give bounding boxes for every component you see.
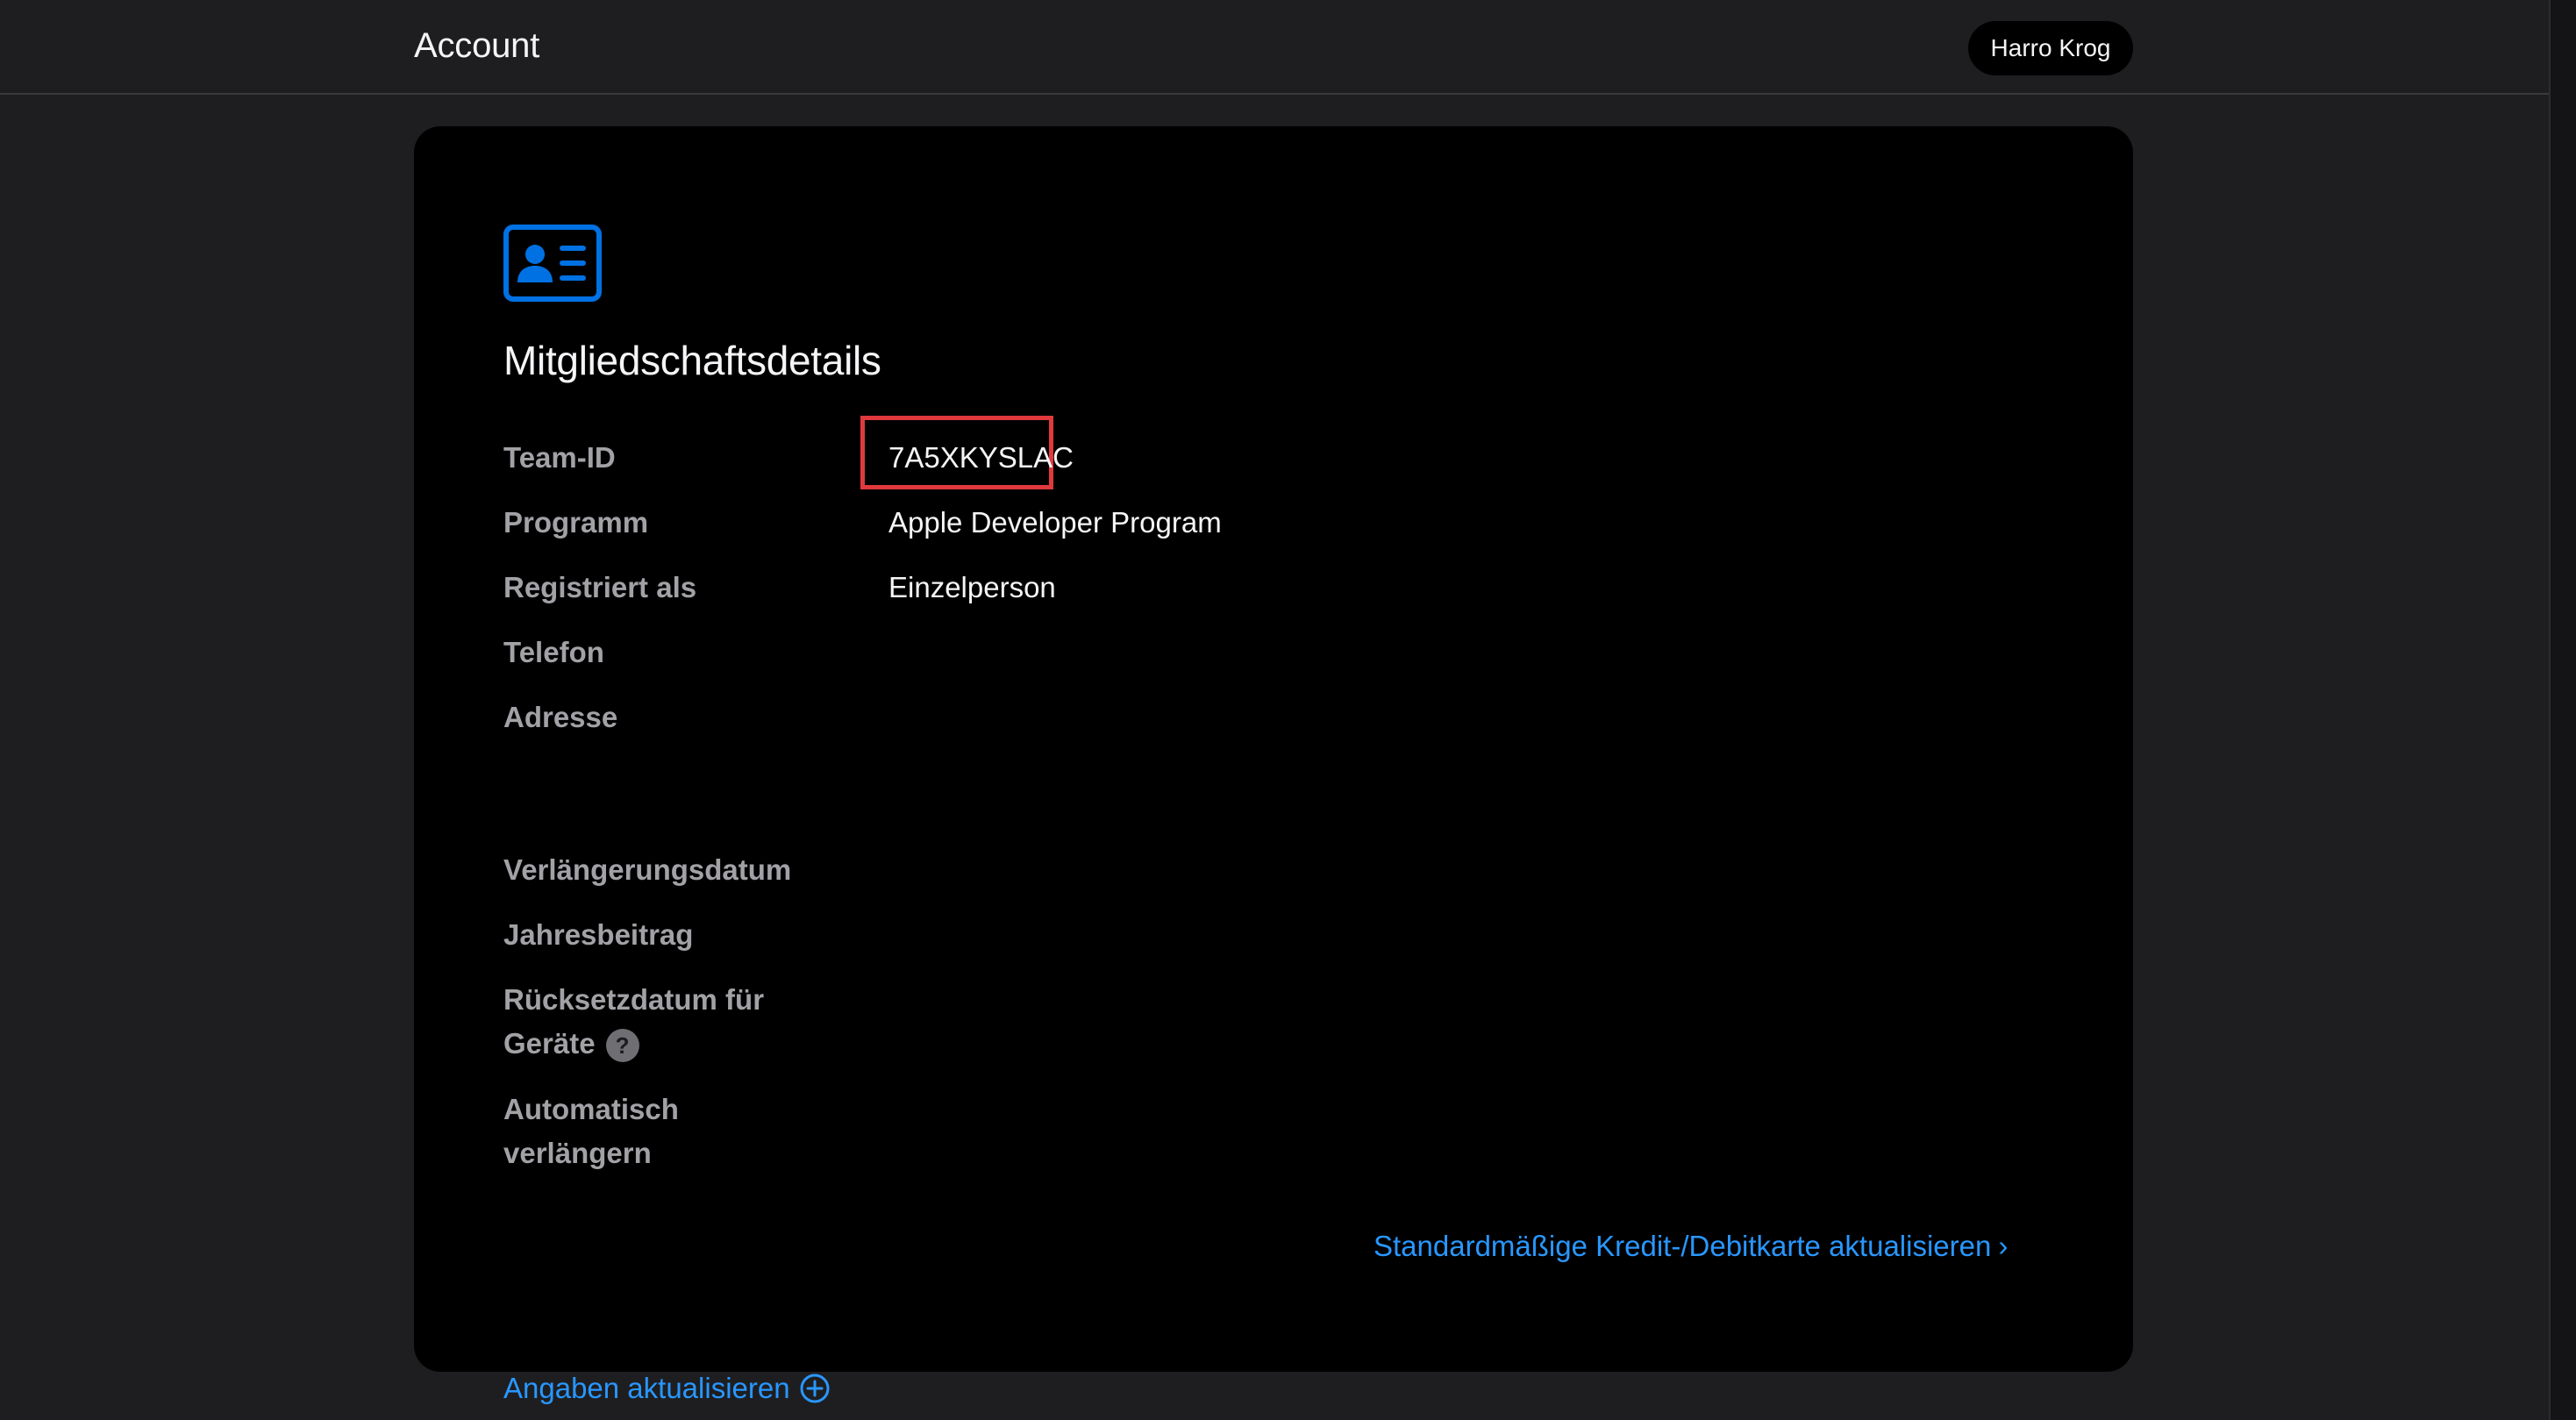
label-registered-as: Registriert als: [503, 571, 697, 603]
chevron-right-icon: ›: [1998, 1230, 2009, 1262]
top-bar: Account Harro Krog: [0, 0, 2549, 95]
label-device-reset-date: Rücksetzdatum für Geräte?: [503, 978, 764, 1066]
label-phone: Telefon: [503, 636, 604, 668]
label-device-reset-line2: Geräte: [503, 1027, 596, 1060]
update-info-link[interactable]: Angaben aktualisieren: [503, 1366, 831, 1410]
label-team-id: Team-ID: [503, 441, 616, 474]
update-info-label: Angaben aktualisieren: [503, 1372, 790, 1404]
page-title: Account: [414, 26, 540, 65]
window-edge: [2549, 0, 2576, 1420]
value-team-id: 7A5XKYSLAC: [888, 441, 1074, 474]
help-icon[interactable]: ?: [605, 1029, 639, 1063]
update-card-link[interactable]: Standardmäßige Kredit-/Debitkarte aktual…: [1374, 1224, 2008, 1268]
membership-card: Mitgliedschaftsdetails Team-ID 7A5XKYSLA…: [414, 126, 2133, 1404]
plus-circle-icon: [800, 1374, 830, 1403]
label-auto-renew-line2: verlängern: [503, 1137, 652, 1169]
user-account-button[interactable]: Harro Krog: [1968, 21, 2133, 75]
id-card-icon: [503, 225, 602, 302]
label-renewal-date: Verlängerungsdatum: [503, 853, 792, 886]
label-device-reset-line2-wrap: Geräte?: [503, 1022, 764, 1066]
value-registered-as: Einzelperson: [888, 571, 1056, 603]
section-heading: Mitgliedschaftsdetails: [503, 338, 881, 383]
label-auto-renew-line1: Automatisch: [503, 1093, 679, 1125]
label-auto-renew: Automatisch verlängern: [503, 1088, 679, 1175]
update-card-label: Standardmäßige Kredit-/Debitkarte aktual…: [1374, 1230, 1992, 1262]
label-device-reset-line1: Rücksetzdatum für: [503, 983, 765, 1016]
value-program: Apple Developer Program: [888, 506, 1222, 539]
label-address: Adresse: [503, 701, 618, 733]
label-program: Programm: [503, 506, 649, 539]
label-annual-fee: Jahresbeitrag: [503, 918, 694, 951]
